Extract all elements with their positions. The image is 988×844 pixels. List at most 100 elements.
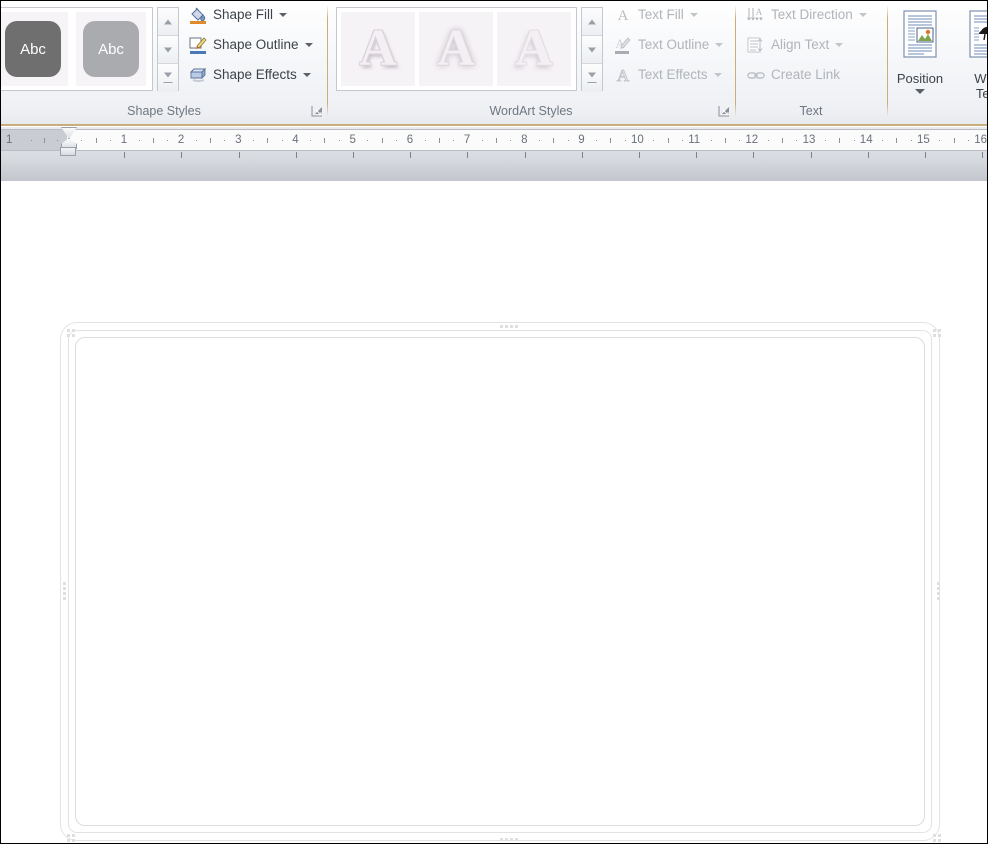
align-text-button[interactable]: Align Text — [742, 33, 847, 57]
ruler-minor-dot — [424, 140, 426, 141]
create-link-label: Create Link — [771, 67, 841, 82]
ruler-minor-dot — [910, 140, 912, 141]
chevron-down-icon[interactable] — [689, 13, 698, 17]
default-tab-stop — [410, 152, 412, 158]
align-text-label: Align Text — [771, 37, 830, 52]
chevron-down-icon[interactable] — [715, 43, 724, 47]
default-tab-stop — [467, 152, 469, 158]
ruler-minor-dot — [81, 140, 83, 141]
shape-effects-label: Shape Effects — [213, 67, 297, 82]
paint-bucket-icon — [188, 5, 208, 25]
ruler-tick-label: 13 — [802, 134, 816, 146]
wordart-style-thumb-1[interactable]: A — [341, 12, 415, 86]
ruler-half-tick — [267, 138, 269, 143]
svg-text:A: A — [617, 66, 630, 85]
default-tab-stop — [982, 152, 984, 158]
ruler-minor-dot — [453, 140, 455, 141]
group-label-text: Text — [799, 104, 823, 118]
shape-border[interactable] — [61, 323, 939, 840]
wordart-styles-gallery[interactable]: A A A — [336, 7, 577, 91]
shape-effects-icon — [188, 65, 208, 85]
wordart-thumb-label: A — [359, 20, 397, 77]
ruler-half-tick — [381, 138, 383, 143]
ruler-left-margin-label: 1 — [6, 134, 13, 146]
default-tab-stop — [524, 152, 526, 158]
ruler-half-tick — [839, 138, 841, 143]
ruler-tick-label: 5 — [349, 134, 356, 146]
gallery-scroll-up-button[interactable] — [582, 8, 602, 36]
ruler-minor-dot — [57, 140, 58, 141]
chevron-down-icon[interactable] — [302, 73, 311, 77]
word-drawing-tools-window: Abc Abc Shape Fill Shape Outline Shape E… — [0, 0, 988, 844]
text-effects-button[interactable]: A Text Effects — [609, 63, 726, 87]
chevron-down-icon[interactable] — [279, 13, 288, 17]
ruler-minor-dot — [767, 140, 769, 141]
create-link-button[interactable]: Create Link — [742, 63, 844, 87]
wrap-text-label-line2: Tex — [975, 86, 987, 101]
ribbon-bottom-accent — [1, 124, 987, 126]
svg-text:A: A — [618, 8, 629, 24]
shape-styles-gallery[interactable]: Abc Abc — [1, 7, 153, 91]
wrap-text-label-line1: Wra — [974, 71, 987, 86]
shape-style-thumb-1[interactable]: Abc — [1, 12, 68, 86]
shape-outline-button[interactable]: Shape Outline — [184, 33, 317, 57]
ruler-tick-label: 9 — [578, 134, 585, 146]
create-link-icon — [746, 65, 766, 85]
ribbon-group-shape-styles: Abc Abc Shape Fill Shape Outline Shape E… — [1, 1, 327, 124]
ruler-half-tick — [553, 138, 555, 143]
wordart-style-thumb-2[interactable]: A — [419, 12, 493, 86]
ruler-half-tick — [610, 138, 612, 143]
text-direction-icon: A — [746, 5, 766, 25]
gallery-scroll-down-button[interactable] — [582, 36, 602, 64]
shape-styles-gallery-scroll[interactable] — [157, 7, 179, 92]
shape-styles-dialog-launcher[interactable] — [310, 104, 325, 119]
ruler-minor-dot — [31, 140, 32, 141]
shape-fill-button[interactable]: Shape Fill — [184, 3, 291, 27]
text-effects-label: Text Effects — [638, 67, 708, 82]
text-outline-button[interactable]: A Text Outline — [609, 33, 727, 57]
text-direction-button[interactable]: A Text Direction — [742, 3, 871, 27]
ruler-half-tick — [210, 138, 211, 143]
ruler-minor-dot — [567, 140, 569, 141]
ruler-half-tick — [782, 138, 783, 143]
wordart-gallery-scroll[interactable] — [581, 7, 603, 92]
default-tab-stop — [753, 152, 755, 158]
wordart-style-thumb-3[interactable]: A — [497, 12, 571, 86]
document-canvas[interactable] — [1, 181, 987, 843]
shape-effects-button[interactable]: Shape Effects — [184, 63, 315, 87]
horizontal-ruler[interactable]: 1 1 2 3 4 5 6 7 8 9 10 11 12 13 14 15 16 — [1, 129, 987, 151]
text-fill-icon: A — [613, 5, 633, 25]
chevron-down-icon[interactable] — [304, 43, 313, 47]
gallery-more-button[interactable] — [582, 64, 602, 92]
chevron-down-icon[interactable] — [835, 43, 844, 47]
chevron-down-icon[interactable] — [915, 89, 925, 94]
ruler-half-tick — [896, 138, 898, 143]
wordart-styles-dialog-launcher[interactable] — [717, 104, 732, 119]
position-button[interactable]: Position — [888, 5, 952, 99]
ribbon-group-wordart-styles: A A A A Text Fill A Text Outline A Text … — [328, 1, 734, 124]
gallery-scroll-down-button[interactable] — [158, 36, 178, 64]
chevron-down-icon[interactable] — [713, 73, 722, 77]
selected-text-box-shape[interactable] — [61, 323, 941, 842]
shape-style-thumb-2[interactable]: Abc — [76, 12, 146, 86]
shape-style-thumb-label: Abc — [20, 40, 46, 58]
ruler-tick-label: 6 — [406, 134, 414, 146]
ruler-minor-dot — [367, 140, 369, 141]
position-label: Position — [896, 71, 944, 86]
ruler-minor-dot — [796, 140, 798, 141]
ruler-minor-dot — [882, 140, 884, 141]
ruler-tick-label: 8 — [521, 134, 528, 146]
chevron-down-icon[interactable] — [858, 13, 867, 17]
wordart-thumb-label: A — [515, 20, 553, 77]
wrap-text-button[interactable]: Wra Tex — [954, 5, 987, 101]
gallery-scroll-up-button[interactable] — [158, 8, 178, 36]
pencil-outline-icon — [188, 35, 208, 55]
ruler-tick-label: 16 — [974, 134, 987, 146]
wrap-text-icon — [963, 9, 987, 66]
gallery-more-button[interactable] — [158, 64, 178, 92]
left-indent-marker[interactable] — [60, 147, 76, 156]
shape-inner-area[interactable] — [75, 337, 925, 826]
ruler-minor-dot — [138, 140, 140, 141]
text-fill-button[interactable]: A Text Fill — [609, 3, 702, 27]
default-tab-stop — [124, 152, 126, 158]
